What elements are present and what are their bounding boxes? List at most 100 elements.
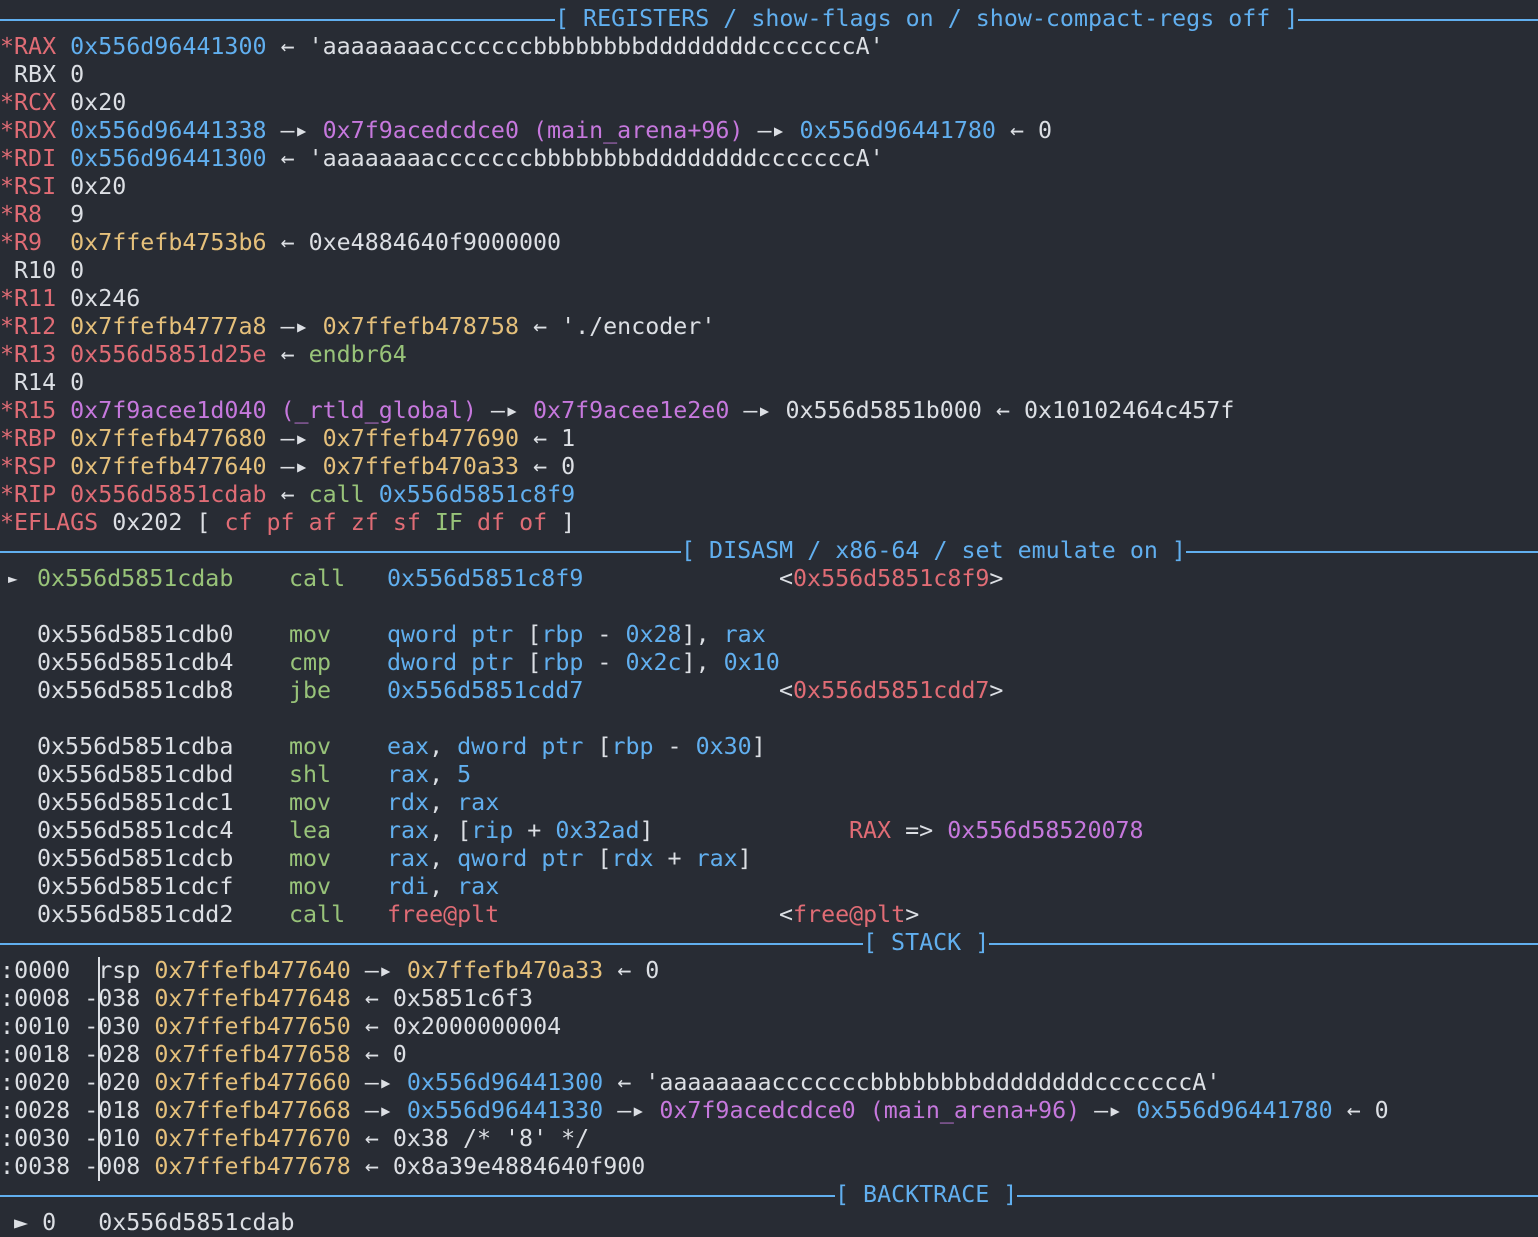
register-row-r15: *R15 0x7f9acee1d040 (_rtld_global) —▸ 0x…	[0, 397, 1234, 425]
register-value: 0	[70, 61, 85, 88]
instruction-address: 0x556d5851cdcb	[37, 845, 234, 872]
operand-token: 0x30	[695, 733, 752, 760]
eflag-token	[421, 509, 435, 536]
register-value: 9	[70, 201, 85, 228]
disasm-instruction-row: 0x556d5851cdcf mov rdi, rax	[0, 873, 1538, 901]
register-row-rdx: *RDX 0x556d96441338 —▸ 0x7f9acedcdce0 (m…	[0, 117, 1052, 145]
register-value: 0x7ffefb4777a8	[70, 313, 267, 340]
operand-token: ]	[639, 817, 654, 844]
operand-token: +	[513, 817, 556, 844]
register-name: RBX	[14, 61, 71, 88]
stack-deref-token: —▸	[603, 1097, 660, 1124]
stack-deref-token: 0x8a39e4884640f900	[392, 1153, 646, 1180]
stack-deref-token: 0x556d96441330	[406, 1097, 604, 1124]
operand-token: rax	[457, 873, 500, 900]
register-row-r14: R14 0	[0, 369, 84, 397]
stack-deref-token: (main_arena+96)	[869, 1097, 1081, 1124]
register-name: RDX	[14, 117, 71, 144]
operand-token: ,	[429, 733, 458, 760]
eflag-token	[463, 509, 477, 536]
register-value: 0x7ffefb477640	[70, 453, 267, 480]
backtrace-row: ► 0 0x556d5851cdab	[0, 1209, 295, 1237]
instruction-annotation: <free@plt>	[779, 901, 919, 929]
stack-index: 04:0020	[0, 1069, 71, 1096]
stack-deref-chain: —▸ 0x556d96441300 ← 'aaaaaaaacccccccbbbb…	[351, 1069, 1221, 1096]
stack-offset: -018	[84, 1097, 141, 1124]
stack-column-separator	[98, 957, 100, 1181]
stack-address: 0x7ffefb477648	[154, 985, 351, 1012]
stack-spacer	[140, 1125, 154, 1152]
operand-token: ],	[681, 649, 724, 676]
register-deref-chain: —▸ 0x7f9acedcdce0 (main_arena+96) —▸ 0x5…	[267, 117, 1052, 144]
register-row-r8: *R8 9	[0, 201, 84, 229]
instruction-annotation: RAX => 0x556d58520078	[849, 817, 1144, 845]
current-instruction-arrow-icon: ►	[8, 569, 18, 588]
operand-token: rip	[471, 817, 514, 844]
annotation-bracket: <	[779, 565, 794, 592]
operand-token: 0x10	[723, 649, 780, 676]
operand-token: 0x556d5851c8f9	[387, 565, 584, 592]
register-changed-marker: *	[0, 397, 15, 424]
stack-deref-token: ←	[350, 985, 393, 1012]
stack-deref-token: ←	[350, 1125, 393, 1152]
eflag-token: [	[182, 509, 225, 536]
stack-spacer	[140, 1013, 154, 1040]
instruction-mnemonic: mov	[289, 789, 332, 816]
stack-spacer	[70, 957, 84, 984]
instruction-address: 0x556d5851cdab	[37, 565, 234, 592]
eflag-token	[337, 509, 351, 536]
stack-spacer	[140, 1153, 154, 1180]
stack-deref-token: ←	[603, 1069, 646, 1096]
section-divider	[0, 943, 1538, 945]
stack-deref-token: ← 0	[1332, 1097, 1389, 1124]
operand-token: 5	[457, 761, 472, 788]
register-row-r11: *R11 0x246	[0, 285, 140, 313]
stack-row: 04:0020 -020 0x7ffefb477660 —▸ 0x556d964…	[0, 1069, 1220, 1097]
stack-deref-token: 0x2000000004	[392, 1013, 562, 1040]
deref-token: endbr64	[308, 341, 407, 368]
register-deref-chain: ← endbr64	[267, 341, 407, 368]
register-value: 0	[70, 369, 85, 396]
deref-token: 0x7ffefb478758	[322, 313, 519, 340]
register-name: R14	[14, 369, 71, 396]
register-name: RIP	[14, 481, 71, 508]
stack-row: 06:0030 -010 0x7ffefb477670 ← 0x38 /* '8…	[0, 1125, 589, 1153]
operand-token: [	[583, 733, 612, 760]
disasm-header-title: [ DISASM / x86-64 / set emulate on ]	[681, 537, 1186, 565]
register-name: RBP	[14, 425, 71, 452]
disasm-instruction-row: 0x556d5851cdd2 call free@plt <free@plt>	[0, 901, 1538, 929]
eflag-token: ]	[547, 509, 576, 536]
register-row-rdi: *RDI 0x556d96441300 ← 'aaaaaaaacccccccbb…	[0, 145, 884, 173]
deref-token: —▸	[266, 453, 323, 480]
register-value: 0x556d5851d25e	[70, 341, 267, 368]
stack-index: 02:0010	[0, 1013, 71, 1040]
operand-token: ptr	[541, 845, 584, 872]
operand-token: free@plt	[387, 901, 500, 928]
register-value: 0x202	[112, 509, 183, 536]
operand-token	[527, 733, 541, 760]
operand-token: ,	[429, 761, 458, 788]
instruction-mnemonic: call	[289, 565, 346, 592]
operand-token: , [	[429, 817, 472, 844]
stack-row: 07:0038 -008 0x7ffefb477678 ← 0x8a39e488…	[0, 1153, 645, 1181]
instruction-mnemonic: jbe	[289, 677, 332, 704]
register-changed-marker: *	[0, 509, 15, 536]
register-changed-marker: *	[0, 341, 15, 368]
stack-deref-token: 0x38	[392, 1125, 449, 1152]
stack-address: 0x7ffefb477678	[154, 1153, 351, 1180]
register-value: 0x7ffefb4753b6	[70, 229, 267, 256]
stack-index: 01:0008	[0, 985, 71, 1012]
register-changed-marker: *	[0, 89, 15, 116]
register-name: R10	[14, 257, 71, 284]
stack-index: 03:0018	[0, 1041, 71, 1068]
register-value: 0x7ffefb477680	[70, 425, 267, 452]
stack-section-header: [ STACK ]	[0, 929, 1538, 957]
register-value: 0x556d5851cdab	[70, 481, 267, 508]
register-changed-marker: *	[0, 481, 15, 508]
deref-token: 0x7ffefb470a33	[322, 453, 519, 480]
register-changed-marker: *	[0, 145, 15, 172]
stack-deref-token: /*	[448, 1125, 506, 1152]
stack-offset: -010	[84, 1125, 141, 1152]
disasm-instruction-row: 0x556d5851cdb8 jbe 0x556d5851cdd7 <0x556d58…	[0, 677, 1538, 705]
annotation-target: 0x556d5851cdd7	[793, 677, 990, 704]
